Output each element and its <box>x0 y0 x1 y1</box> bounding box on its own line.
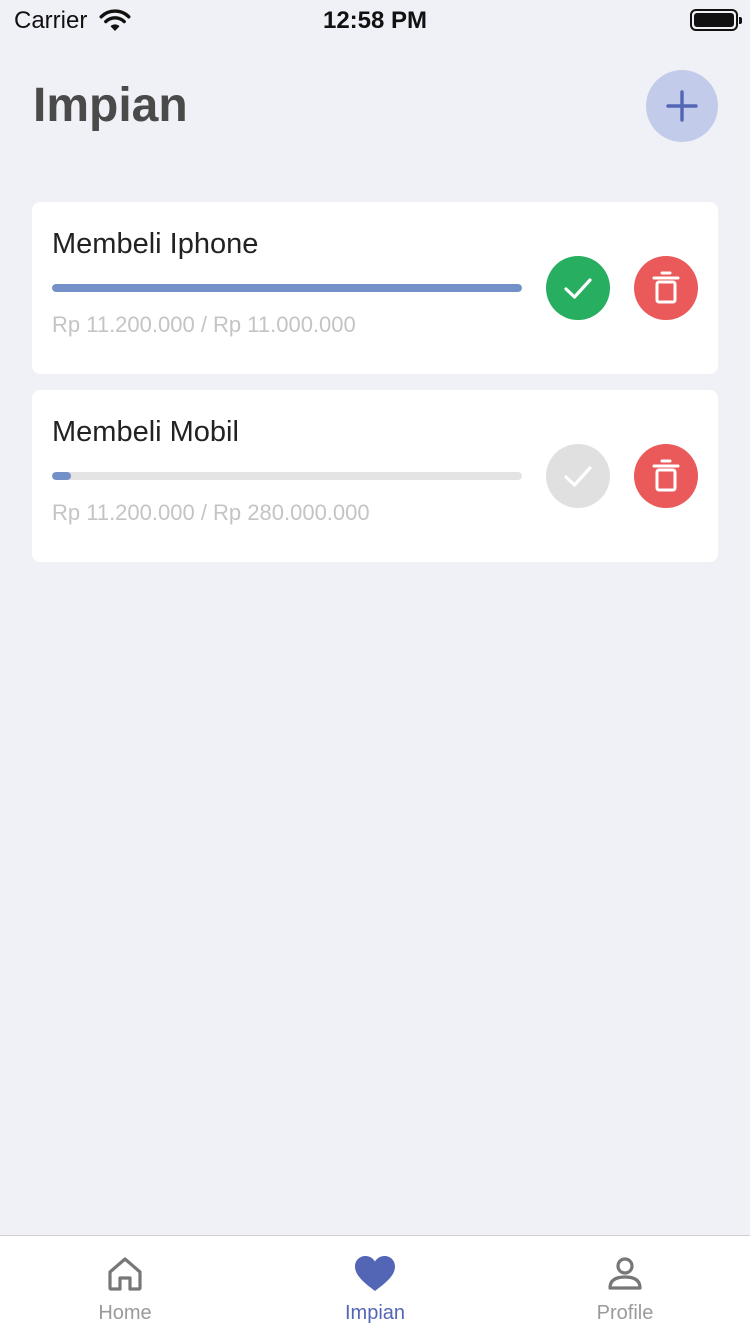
trash-icon <box>652 459 680 492</box>
dream-progress-bar <box>52 284 522 292</box>
dream-card: Membeli Mobil Rp 11.200.000 / Rp 280.000… <box>32 390 718 562</box>
tab-profile[interactable]: Profile <box>500 1236 750 1334</box>
plus-icon <box>666 90 698 122</box>
user-icon <box>608 1257 642 1290</box>
add-dream-button[interactable] <box>646 70 718 142</box>
trash-icon <box>652 271 680 304</box>
delete-button[interactable] <box>634 444 698 508</box>
dream-progress-fill <box>52 284 522 292</box>
tab-label: Home <box>98 1302 152 1324</box>
home-icon <box>108 1257 142 1291</box>
dream-title: Membeli Iphone <box>52 228 259 260</box>
dream-amount: Rp 11.200.000 / Rp 11.000.000 <box>52 312 356 337</box>
tab-home[interactable]: Home <box>0 1236 250 1334</box>
dream-title: Membeli Mobil <box>52 416 239 448</box>
tab-label: Profile <box>596 1302 654 1324</box>
complete-button[interactable] <box>546 444 610 508</box>
battery-icon <box>690 9 742 31</box>
complete-button[interactable] <box>546 256 610 320</box>
heart-icon <box>355 1256 395 1291</box>
check-icon <box>564 466 592 487</box>
check-icon <box>564 278 592 299</box>
delete-button[interactable] <box>634 256 698 320</box>
dream-progress-fill <box>52 472 71 480</box>
tab-impian[interactable]: Impian <box>250 1236 500 1334</box>
bottom-tab-bar: Home Impian Profile <box>0 1235 750 1334</box>
dream-progress-bar <box>52 472 522 480</box>
dream-amount: Rp 11.200.000 / Rp 280.000.000 <box>52 500 370 525</box>
tab-label: Impian <box>344 1302 406 1324</box>
clock: 12:58 PM <box>322 7 428 34</box>
dreams-screen: Carrier 12:58 PM Impian Membeli Iphone R… <box>0 0 750 1334</box>
status-bar: Carrier 12:58 PM <box>0 0 750 40</box>
page-title: Impian <box>33 79 188 132</box>
dream-card: Membeli Iphone Rp 11.200.000 / Rp 11.000… <box>32 202 718 374</box>
